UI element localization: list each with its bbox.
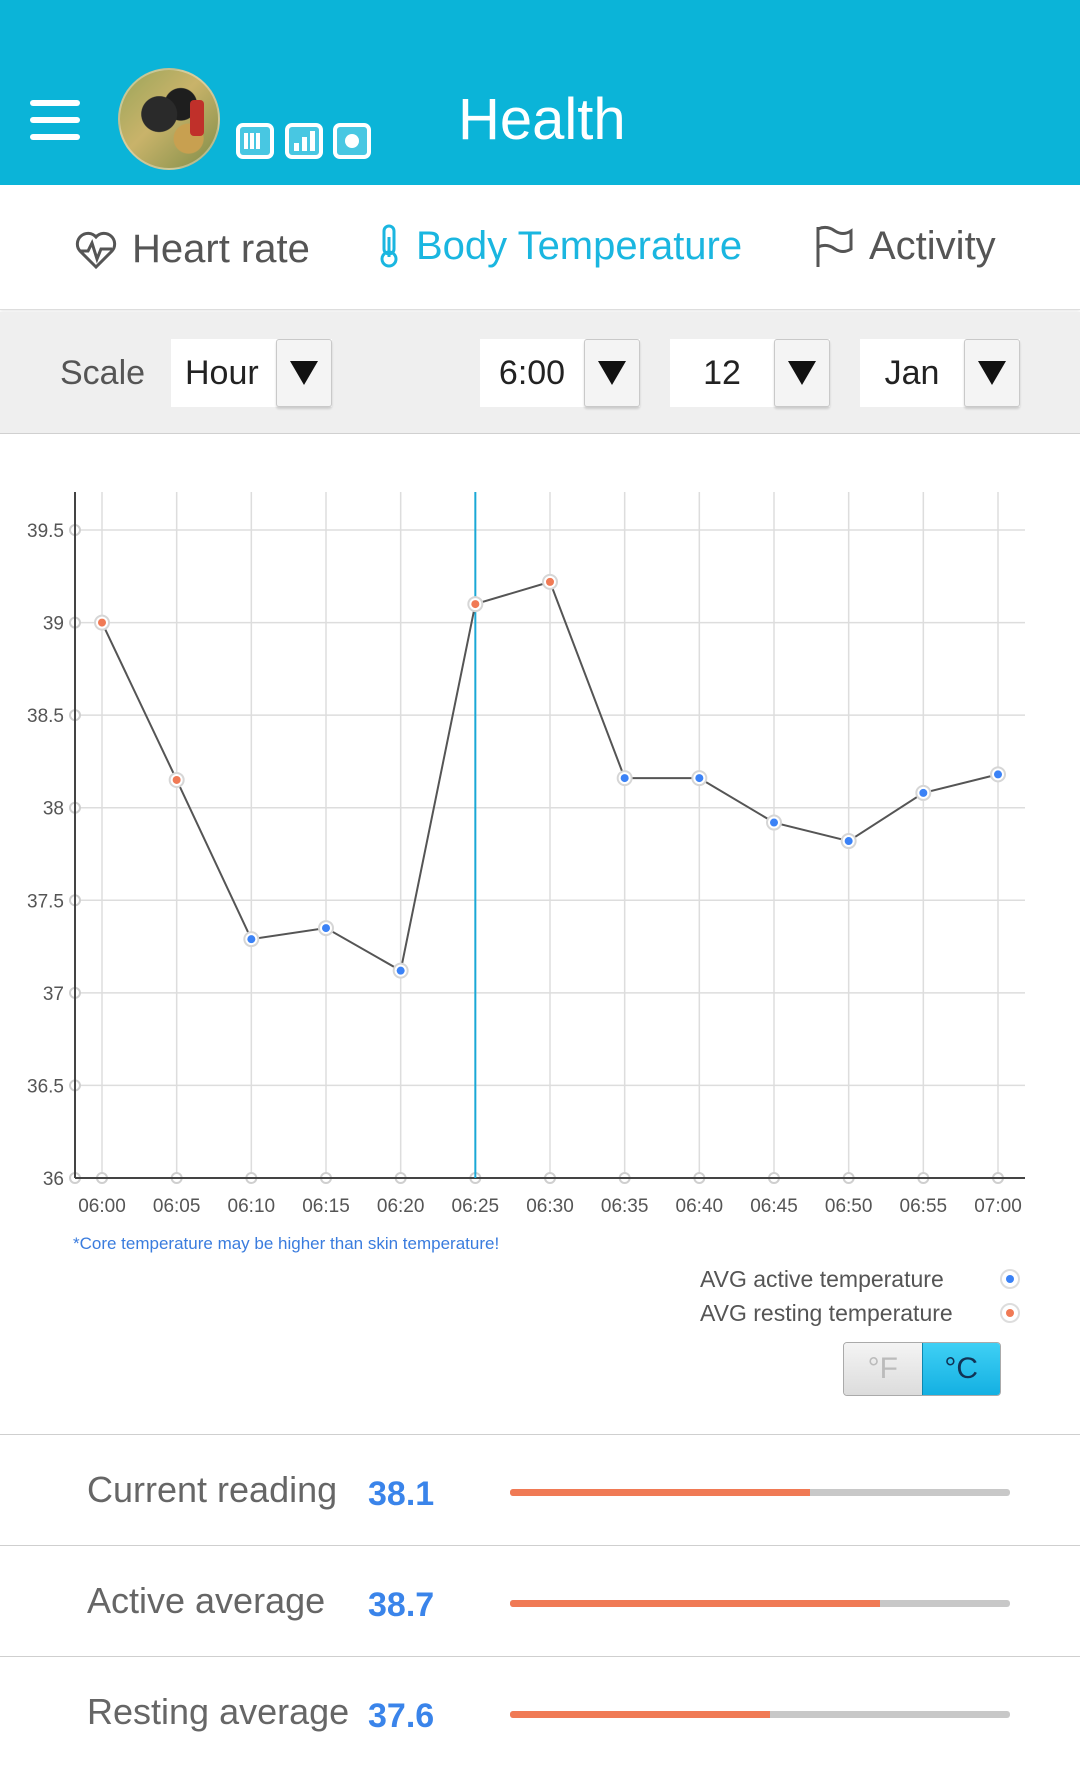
- stat-progress-bar: [510, 1600, 1010, 1607]
- unit-toggle[interactable]: °F °C: [843, 1342, 1001, 1396]
- scale-select[interactable]: Hour: [171, 339, 332, 407]
- battery-icon: [236, 123, 274, 159]
- resting-temperature-point: [471, 600, 480, 609]
- stat-active-average: Active average 38.7: [0, 1545, 1080, 1656]
- thermometer-icon: [380, 224, 398, 268]
- x-tick-label: 06:15: [302, 1196, 350, 1217]
- x-tick-label: 06:20: [377, 1196, 425, 1217]
- stat-label: Active average: [87, 1580, 326, 1621]
- tab-heart-rate[interactable]: Heart rate: [74, 227, 310, 272]
- y-tick-label: 39.5: [27, 521, 64, 542]
- stat-progress-bar: [510, 1711, 1010, 1718]
- tab-label: Heart rate: [132, 227, 310, 271]
- active-temperature-point: [919, 788, 928, 797]
- x-tick-label: 06:25: [452, 1196, 500, 1217]
- resting-temperature-point: [546, 577, 554, 586]
- y-tick-label: 38.5: [27, 706, 64, 727]
- core-temperature-note: *Core temperature may be higher than ski…: [73, 1234, 500, 1253]
- month-value: Jan: [884, 353, 940, 392]
- active-temperature-point: [247, 935, 256, 944]
- flag-icon: [816, 225, 853, 267]
- legend-active: AVG active temperature: [700, 1262, 1020, 1296]
- celsius-button[interactable]: °C: [921, 1343, 1000, 1395]
- filter-bar: Scale Hour 6:00 12 Jan: [0, 312, 1080, 434]
- active-temperature-point: [620, 774, 629, 783]
- app-header: Health: [0, 0, 1080, 185]
- y-tick-label: 37.5: [27, 891, 64, 912]
- active-temperature-point: [396, 966, 405, 975]
- stat-progress-bar: [510, 1489, 1010, 1496]
- legend-resting: AVG resting temperature: [700, 1296, 1020, 1330]
- x-tick-label: 06:35: [601, 1196, 649, 1217]
- x-tick-label: 06:30: [526, 1196, 574, 1217]
- active-dot-icon: [1000, 1269, 1020, 1289]
- x-tick-label: 06:00: [78, 1196, 126, 1217]
- stat-resting-average: Resting average 37.6: [0, 1656, 1080, 1767]
- scale-label: Scale: [60, 354, 146, 392]
- x-tick-label: 06:40: [676, 1196, 724, 1217]
- y-tick-label: 37: [43, 984, 64, 1005]
- y-tick-label: 38: [43, 799, 64, 820]
- day-value: 12: [703, 353, 741, 392]
- tab-body-temperature[interactable]: Body Temperature: [376, 223, 742, 269]
- tab-bar: Heart rate Body Temperature Activity: [0, 185, 1080, 310]
- active-temperature-point: [844, 837, 853, 846]
- chevron-down-icon[interactable]: [964, 339, 1020, 407]
- resting-temperature-point: [172, 775, 181, 784]
- y-tick-label: 36.5: [27, 1076, 64, 1097]
- chart-legend: AVG active temperature AVG resting tempe…: [700, 1262, 1020, 1330]
- stat-label: Resting average: [87, 1691, 350, 1732]
- legend-resting-label: AVG resting temperature: [700, 1299, 953, 1326]
- chevron-down-icon[interactable]: [276, 339, 332, 407]
- signal-icon: [285, 123, 323, 159]
- stat-label: Current reading: [87, 1469, 338, 1510]
- x-tick-label: 06:55: [900, 1196, 948, 1217]
- month-select[interactable]: Jan: [860, 339, 1020, 407]
- y-tick-label: 39: [43, 614, 64, 635]
- scale-value: Hour: [185, 353, 259, 392]
- tab-activity[interactable]: Activity: [813, 223, 996, 269]
- stat-value: 37.6: [368, 1697, 435, 1735]
- heart-icon: [75, 231, 117, 269]
- x-tick-label: 06:50: [825, 1196, 873, 1217]
- avatar[interactable]: [118, 68, 220, 170]
- legend-active-label: AVG active temperature: [700, 1265, 944, 1292]
- y-tick-label: 36: [43, 1169, 64, 1190]
- active-temperature-point: [322, 924, 330, 933]
- time-value: 6:00: [498, 353, 566, 392]
- chevron-down-icon[interactable]: [774, 339, 830, 407]
- day-select[interactable]: 12: [670, 339, 830, 407]
- camera-icon: [333, 123, 371, 159]
- stat-value: 38.7: [368, 1586, 435, 1624]
- active-temperature-point: [994, 770, 1002, 779]
- page-title: Health: [458, 87, 626, 152]
- stat-value: 38.1: [368, 1475, 435, 1513]
- temperature-chart[interactable]: 36 36.5 37 37.5 38 38.5 39 39.5 06:00 06:05 06:10 0…: [0, 470, 1080, 1260]
- menu-icon[interactable]: [30, 100, 80, 140]
- active-temperature-point: [695, 774, 704, 783]
- x-tick-label: 06:10: [228, 1196, 276, 1217]
- stats-list: Current reading 38.1 Active average 38.7…: [0, 1434, 1080, 1767]
- time-select[interactable]: 6:00: [480, 339, 640, 407]
- x-tick-label: 06:45: [750, 1196, 798, 1217]
- x-tick-label: 06:05: [153, 1196, 201, 1217]
- resting-dot-icon: [1000, 1303, 1020, 1323]
- x-tick-label: 07:00: [974, 1196, 1022, 1217]
- tab-label: Body Temperature: [416, 223, 743, 268]
- stat-current-reading: Current reading 38.1: [0, 1434, 1080, 1545]
- chevron-down-icon[interactable]: [584, 339, 640, 407]
- resting-temperature-point: [98, 618, 106, 627]
- tab-label: Activity: [869, 223, 996, 268]
- fahrenheit-button[interactable]: °F: [844, 1343, 922, 1395]
- active-temperature-point: [770, 818, 778, 827]
